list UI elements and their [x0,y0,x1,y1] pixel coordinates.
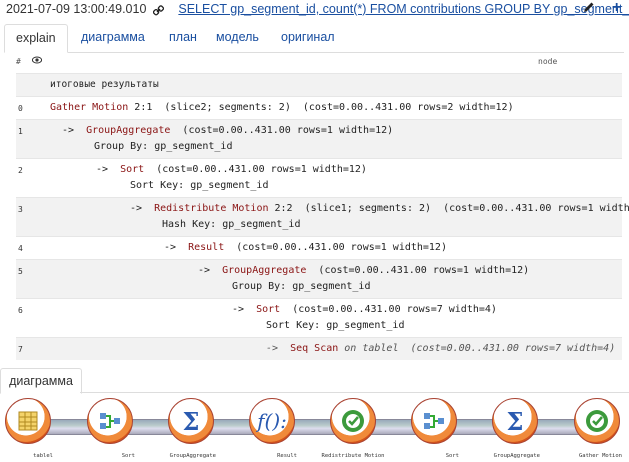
table-row[interactable]: 0 Gather Motion 2:1 (slice2; segments: 2… [16,96,622,119]
function-icon: f(): [257,409,287,433]
node-detail-sub: Sort Key: gp_segment_id [266,320,405,331]
table-row[interactable]: 1 -> GroupAggregate (cost=0.00..431.00 r… [16,119,622,158]
node-details: (cost=0.00..431.00 rows=7 width=4) [280,304,497,315]
node-detail-sub: Hash Key: gp_segment_id [162,219,301,230]
arrow: -> [164,242,189,253]
node-type: GroupAggregate [222,265,307,276]
diagram-node-label: tablel [33,453,53,459]
summary-row: итоговые результаты [16,73,622,96]
sort-icon [412,399,456,443]
node-details: (cost=0.00..431.00 rows=1 width=12) [170,125,394,136]
table-row[interactable]: 3 -> Redistribute Motion 2:2 (slice1; se… [16,197,629,236]
plus-icon[interactable]: + [612,0,621,17]
arrow: -> [130,203,155,214]
timestamp: 2021-07-09 13:00:49.010 [6,2,147,16]
table-header: # node [16,56,622,70]
pencil-icon[interactable] [582,1,595,17]
row-number: 5 [18,267,23,276]
node-type: Gather Motion [50,102,129,113]
arrow: -> [198,265,223,276]
sort-icon [88,399,132,443]
table-row[interactable]: 4 -> Result (cost=0.00..431.00 rows=1 wi… [16,236,622,259]
diagram-node-label: Gather Motion [578,453,622,459]
node-type: Redistribute Motion [154,203,269,214]
node-detail-sub: Sort Key: gp_segment_id [130,180,269,191]
link-icon[interactable] [152,4,164,16]
view-tabs: explain диаграмма план модель оригинал [4,24,624,53]
row-number: 7 [18,345,23,354]
node-details: (cost=0.00..431.00 rows=1 width=12) [224,242,447,253]
node-type: Seq Scan [290,343,339,354]
summary-label: итоговые результаты [50,79,159,90]
row-number: 3 [18,205,23,214]
sql-query-link[interactable]: SELECT gp_segment_id, count(*) FROM cont… [178,2,629,16]
table-row[interactable]: 7 -> Seq Scan on tablel (cost=0.00..431.… [16,337,622,360]
motion-icon [575,399,619,443]
row-number: 0 [18,104,23,113]
row-number: 1 [18,127,23,136]
arrow: -> [232,304,257,315]
diagram-node-label: Sort [445,453,459,459]
node-details: 2:1 (slice2; segments: 2) (cost=0.00..43… [128,102,514,113]
table-row[interactable]: 5 -> GroupAggregate (cost=0.00..431.00 r… [16,259,622,298]
column-node-header: node [538,57,558,66]
motion-icon [331,399,375,443]
arrow: -> [96,164,121,175]
diagram-node-label: Result [277,453,297,459]
sigma-icon: Σ [506,406,524,436]
tab-explain[interactable]: explain [4,24,68,53]
plan-diagram: tablel Sort Σ GroupAggregate f(): Result… [0,395,629,459]
node-details: on tablel (cost=0.00..431.00 rows=7 widt… [338,343,616,354]
tab-diagram[interactable]: диаграмма [70,24,156,51]
node-details: (cost=0.00..431.00 rows=1 width=12) [306,265,530,276]
diagram-node[interactable]: Redistribute Motion [322,398,384,459]
eye-icon[interactable] [31,56,43,67]
arrow: -> [62,125,87,136]
tab-plan[interactable]: план [158,24,208,51]
table-row[interactable]: 6 -> Sort (cost=0.00..431.00 rows=7 widt… [16,298,622,337]
diagram-node[interactable]: Σ GroupAggregate [166,398,216,459]
sigma-icon: Σ [182,406,200,436]
divider [80,392,629,393]
diagram-node[interactable]: tablel [3,398,53,459]
diagram-node-label: GroupAggregate [169,453,216,459]
node-type: Sort [120,164,145,175]
diagram-node[interactable]: Σ GroupAggregate [490,398,540,459]
node-type: GroupAggregate [86,125,171,136]
node-details: 2:2 (slice1; segments: 2) (cost=0.00..43… [268,203,629,214]
row-number: 4 [18,244,23,253]
column-number-header: # [16,57,21,66]
diagram-node-label: Redistribute Motion [321,453,385,459]
table-icon [6,399,50,443]
diagram-node-label: Sort [121,453,135,459]
diagram-node[interactable]: Sort [409,398,459,459]
diagram-node-label: GroupAggregate [493,453,540,459]
tab-model[interactable]: модель [205,24,270,51]
node-type: Result [188,242,225,253]
row-number: 2 [18,166,23,175]
query-header: 2021-07-09 13:00:49.010 SELECT gp_segmen… [6,0,629,20]
diagram-node[interactable]: Sort [85,398,135,459]
node-detail-sub: Group By: gp_segment_id [232,281,371,292]
diagram-node[interactable]: Gather Motion [572,398,622,459]
node-type: Sort [256,304,281,315]
diagram-node[interactable]: f(): Result [247,398,297,459]
node-detail-sub: Group By: gp_segment_id [94,141,233,152]
arrow: -> [266,343,291,354]
diagram-section-tab[interactable]: диаграмма [0,368,82,394]
node-details: (cost=0.00..431.00 rows=1 width=12) [144,164,367,175]
tab-original[interactable]: оригинал [270,24,346,51]
row-number: 6 [18,306,23,315]
table-row[interactable]: 2 -> Sort (cost=0.00..431.00 rows=1 widt… [16,158,622,197]
